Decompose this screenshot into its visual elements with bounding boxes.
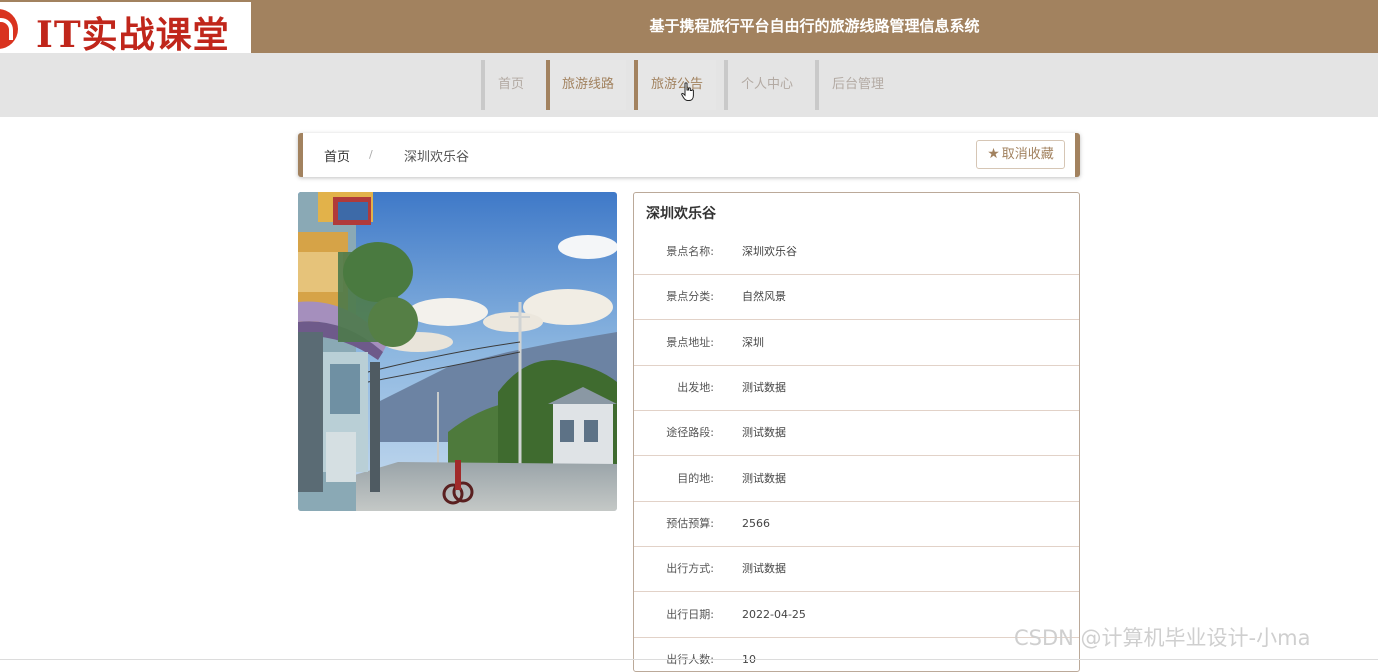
- detail-row-value: 测试数据: [742, 562, 786, 575]
- detail-row-value: 2022-04-25: [742, 608, 806, 621]
- nav-item-personal-center[interactable]: 个人中心: [724, 60, 806, 110]
- nav-item-travel-routes[interactable]: 旅游线路: [546, 60, 626, 110]
- detail-title: 深圳欢乐谷: [646, 206, 716, 222]
- breadcrumb-home-link[interactable]: 首页: [324, 146, 350, 165]
- logo[interactable]: IT实战课堂: [0, 2, 251, 53]
- attraction-photo: [298, 192, 617, 511]
- detail-row: 途径路段: 测试数据: [634, 410, 1079, 456]
- nav-item-travel-notices[interactable]: 旅游公告: [634, 60, 716, 110]
- detail-row-value: 10: [742, 653, 756, 666]
- divider: [0, 659, 1378, 660]
- nav-item-home[interactable]: 首页: [481, 60, 537, 110]
- detail-row-label: 出行日期:: [666, 608, 714, 621]
- detail-row-label: 景点分类:: [666, 290, 714, 303]
- detail-row: 预估预算: 2566: [634, 501, 1079, 547]
- detail-row-value: 自然风景: [742, 290, 786, 303]
- detail-row-label: 出发地:: [677, 381, 714, 394]
- anime-street-scene-image: [298, 192, 617, 511]
- detail-row-value: 测试数据: [742, 381, 786, 394]
- breadcrumb-separator: /: [369, 148, 373, 161]
- attraction-detail-panel: 深圳欢乐谷 景点名称: 深圳欢乐谷 景点分类: 自然风景 景点地址: 深圳 出发…: [633, 192, 1080, 672]
- detail-row-label: 目的地:: [677, 472, 714, 485]
- detail-row-label: 出行人数:: [666, 653, 714, 666]
- detail-row-value: 测试数据: [742, 426, 786, 439]
- detail-row: 目的地: 测试数据: [634, 456, 1079, 502]
- detail-row-value: 深圳欢乐谷: [742, 245, 797, 258]
- unfavorite-button-label: 取消收藏: [1001, 147, 1054, 162]
- detail-row-value: 2566: [742, 517, 770, 530]
- detail-row-label: 出行方式:: [666, 562, 714, 575]
- nav-item-admin[interactable]: 后台管理: [815, 60, 897, 110]
- logo-icon: [0, 9, 18, 49]
- logo-text: IT实战课堂: [36, 14, 230, 53]
- site-title: 基于携程旅行平台自由行的旅游线路管理信息系统: [649, 17, 980, 35]
- detail-row-label: 途径路段:: [666, 426, 714, 439]
- breadcrumb-current: 深圳欢乐谷: [404, 150, 470, 165]
- detail-row-value: 深圳: [742, 336, 764, 349]
- hand-cursor-icon: [681, 82, 694, 101]
- detail-row: 景点分类: 自然风景: [634, 274, 1079, 320]
- detail-row: 景点地址: 深圳: [634, 320, 1079, 366]
- unfavorite-button[interactable]: ★ 取消收藏: [976, 140, 1065, 169]
- watermark: CSDN @计算机毕业设计-小ma: [1014, 626, 1311, 650]
- detail-row-label: 预估预算:: [666, 517, 714, 530]
- breadcrumb: 首页 / 深圳欢乐谷 ★ 取消收藏: [298, 133, 1080, 177]
- detail-row-label: 景点名称:: [666, 245, 714, 258]
- detail-row-value: 测试数据: [742, 472, 786, 485]
- detail-row-label: 景点地址:: [666, 336, 714, 349]
- header-bar: IT实战课堂 基于携程旅行平台自由行的旅游线路管理信息系统: [0, 0, 1378, 53]
- star-icon: ★: [987, 146, 1000, 162]
- detail-row: 景点名称: 深圳欢乐谷: [634, 229, 1079, 275]
- detail-row: 出行方式: 测试数据: [634, 546, 1079, 592]
- detail-row: 出发地: 测试数据: [634, 365, 1079, 411]
